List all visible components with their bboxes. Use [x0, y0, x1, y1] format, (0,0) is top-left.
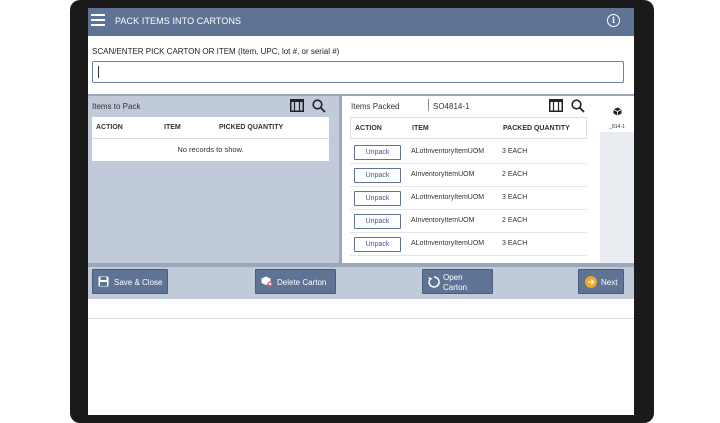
open-carton-icon [428, 276, 440, 290]
text-caret [98, 66, 99, 78]
scan-input[interactable] [92, 61, 624, 83]
row-quantity: 2 EACH [502, 171, 528, 178]
next-arrow-icon [585, 276, 597, 290]
save-close-label: Save & Close [114, 278, 163, 287]
title-separator [428, 99, 429, 111]
carton-list: _814-1 [600, 96, 634, 263]
search-icon[interactable] [312, 99, 326, 118]
items-to-pack-header: ACTION ITEM PICKED QUANTITY [92, 117, 329, 139]
save-close-button[interactable]: Save & Close [92, 269, 168, 294]
row-quantity: 2 EACH [502, 217, 528, 224]
carton-label: _814-1 [609, 124, 625, 130]
top-bar: PACK ITEMS INTO CARTONS i [88, 8, 634, 36]
open-carton-label-line1: Open [443, 273, 463, 282]
next-label: Next [601, 278, 618, 287]
col-packed-quantity: PACKED QUANTITY [503, 125, 570, 132]
row-quantity: 3 EACH [502, 194, 528, 201]
save-icon [98, 276, 109, 289]
row-item: AInventoryItemUOM [411, 171, 475, 178]
col-picked-quantity: PICKED QUANTITY [219, 124, 284, 131]
footer-divider [88, 318, 634, 319]
columns-icon[interactable] [290, 99, 304, 117]
unpack-button[interactable]: Unpack [354, 168, 401, 183]
page-title: PACK ITEMS INTO CARTONS [115, 16, 242, 26]
table-row: Unpack ALotInventoryItemUOM 3 EACH [350, 141, 587, 164]
col-action: ACTION [355, 125, 382, 132]
row-item: ALotInventoryItemUOM [411, 148, 485, 155]
items-packed-title: Items Packed [351, 102, 400, 111]
carton-tab[interactable]: _814-1 [600, 96, 634, 132]
scan-label: SCAN/ENTER PICK CARTON OR ITEM (Item, UP… [92, 47, 340, 56]
next-button[interactable]: Next [578, 269, 624, 294]
delete-carton-icon [261, 276, 273, 289]
unpack-button[interactable]: Unpack [354, 191, 401, 206]
open-carton-label-line2: Carton [443, 283, 468, 292]
open-carton-label: Open Carton [443, 273, 467, 293]
hamburger-menu-icon[interactable] [91, 14, 105, 28]
table-row: Unpack AInventoryItemUOM 2 EACH [350, 210, 587, 233]
unpack-button[interactable]: Unpack [354, 145, 401, 160]
action-bar: Save & Close Delete Carton Open Carton N… [88, 267, 634, 299]
search-icon[interactable] [571, 99, 585, 118]
row-quantity: 3 EACH [502, 240, 528, 247]
empty-message: No records to show. [92, 139, 329, 161]
col-action: ACTION [96, 124, 123, 131]
carton-id: SO4814-1 [433, 102, 470, 111]
delete-carton-button[interactable]: Delete Carton [255, 269, 336, 294]
row-item: AInventoryItemUOM [411, 217, 475, 224]
row-item: ALotInventoryItemUOM [411, 240, 485, 247]
open-carton-button[interactable]: Open Carton [422, 269, 493, 294]
table-row: Unpack ALotInventoryItemUOM 3 EACH [350, 187, 587, 210]
info-icon[interactable]: i [607, 14, 620, 27]
col-item: ITEM [412, 125, 429, 132]
table-row: Unpack AInventoryItemUOM 2 EACH [350, 164, 587, 187]
col-item: ITEM [164, 124, 181, 131]
app-screen: PACK ITEMS INTO CARTONS i SCAN/ENTER PIC… [88, 8, 634, 415]
items-to-pack-title: Items to Pack [92, 102, 141, 111]
table-row: Unpack ALotInventoryItemUOM 3 EACH [350, 233, 587, 256]
row-quantity: 3 EACH [502, 148, 528, 155]
unpack-button[interactable]: Unpack [354, 237, 401, 252]
box-icon [613, 103, 622, 121]
delete-carton-label: Delete Carton [277, 278, 327, 287]
unpack-button[interactable]: Unpack [354, 214, 401, 229]
row-item: ALotInventoryItemUOM [411, 194, 485, 201]
items-packed-header: ACTION ITEM PACKED QUANTITY [350, 117, 587, 139]
columns-icon[interactable] [549, 99, 563, 117]
